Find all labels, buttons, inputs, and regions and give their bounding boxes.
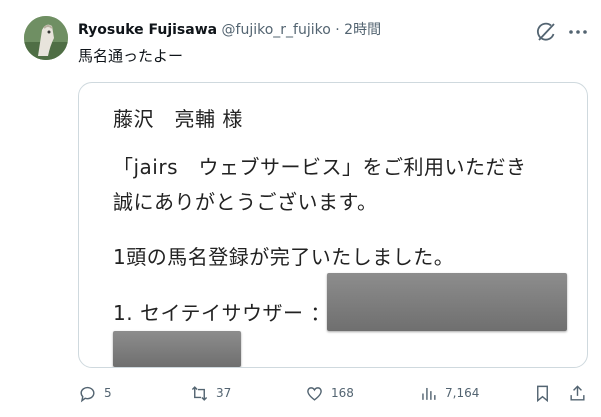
reply-count: 5 [104, 386, 112, 400]
tweet-text: 馬名通ったよー [78, 47, 184, 65]
redaction-block [113, 331, 241, 367]
doc-line-2: 誠にありがとうございます。 [113, 190, 378, 214]
doc-line-4: 1. セイテイサウザー ： [113, 301, 331, 325]
redaction-block [327, 273, 567, 331]
doc-addressee: 藤沢 亮輔 様 [113, 107, 243, 131]
attached-image[interactable]: 藤沢 亮輔 様 「jairs ウェブサービス」をご利用いただき 誠にありがとうご… [78, 82, 588, 368]
author-name[interactable]: Ryosuke Fujisawa [78, 22, 217, 38]
doc-line-1: 「jairs ウェブサービス」をご利用いただき [113, 155, 527, 179]
tweet-time[interactable]: 2時間 [344, 22, 381, 38]
like-count: 168 [331, 386, 354, 400]
repost-button[interactable]: 37 [190, 380, 231, 406]
bookmark-button[interactable] [533, 380, 552, 406]
like-icon [307, 386, 322, 401]
share-icon [570, 384, 585, 401]
avatar[interactable] [24, 16, 68, 60]
author-handle[interactable]: @fujiko_r_fujiko [222, 22, 331, 38]
doc-line-3: 1頭の馬名登録が完了いたしました。 [113, 245, 455, 269]
repost-icon [191, 385, 208, 401]
bookmark-icon [537, 385, 548, 402]
tweet[interactable]: Ryosuke Fujisawa @fujiko_r_fujiko · 2時間 … [0, 0, 601, 417]
more-icon[interactable] [566, 20, 590, 44]
tweet-header: Ryosuke Fujisawa @fujiko_r_fujiko · 2時間 [78, 20, 381, 40]
views-count: 7,164 [445, 386, 480, 400]
like-button[interactable]: 168 [305, 380, 354, 406]
grok-icon[interactable] [534, 20, 558, 44]
reply-button[interactable]: 5 [78, 380, 112, 406]
avatar-image [24, 16, 68, 60]
views-button[interactable]: 7,164 [419, 380, 479, 406]
reply-icon [80, 386, 95, 402]
views-icon [422, 387, 436, 400]
action-bar: 5 37 168 7,164 [78, 380, 590, 406]
repost-count: 37 [216, 386, 232, 400]
share-button[interactable] [568, 380, 587, 406]
header-separator: · [335, 22, 340, 38]
